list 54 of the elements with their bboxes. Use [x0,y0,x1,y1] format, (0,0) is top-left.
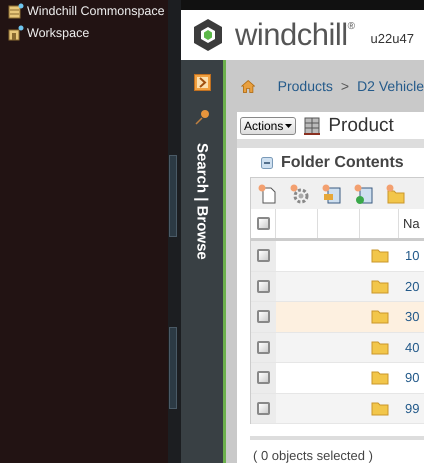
folder-link[interactable]: 30 [405,309,420,324]
form-check-icon[interactable] [353,184,373,204]
table-row[interactable]: 20 [251,272,424,302]
table-row[interactable]: 10 [251,241,424,272]
folder-icon [370,370,388,386]
search-browse-tab[interactable]: Search | Browse [194,143,210,260]
checkbox[interactable] [257,310,270,324]
checkbox[interactable] [257,249,270,262]
breadcrumb-link[interactable]: Products [278,78,333,94]
table-row[interactable]: 99 [251,394,424,424]
gear-icon[interactable] [289,184,309,204]
checkbox[interactable] [257,280,270,293]
expand-panel-icon[interactable] [194,74,210,91]
folder-link[interactable]: 90 [405,370,420,386]
table-row[interactable]: 30 [251,302,424,332]
folder-icon [370,248,388,264]
folder-icon [370,309,388,324]
folder-link[interactable]: 99 [405,400,420,416]
page-title: Product [328,114,394,137]
home-icon[interactable] [241,78,256,94]
breadcrumb-separator: > [340,78,350,94]
table-row[interactable]: 40 [251,332,424,363]
table-row[interactable]: 90 [251,363,424,394]
new-document-icon[interactable] [257,184,277,204]
resize-handle[interactable] [169,327,177,409]
column-header[interactable]: Na [399,209,424,238]
checkbox[interactable] [257,402,270,415]
cabinet-icon [8,3,24,19]
workspace-icon [8,25,24,41]
resize-handle[interactable] [169,155,177,237]
folder-icon [370,400,388,416]
product-icon [302,116,322,136]
folder-icon [370,340,388,355]
form-icon[interactable] [321,184,341,204]
new-folder-icon[interactable] [385,184,405,204]
breadcrumb-link[interactable]: D2 Vehicle [357,78,424,94]
folder-link[interactable]: 10 [405,248,420,264]
section-title: Folder Contents [281,154,404,172]
folder-link[interactable]: 40 [405,340,420,355]
tree-item[interactable]: Windchill Commonspace [27,4,165,18]
checkbox[interactable] [257,340,270,354]
caret-icon [285,124,292,128]
logo-text: windchill$^{®}$ [235,17,355,53]
actions-button[interactable]: Actions [240,116,296,135]
tree-item[interactable]: Workspace [27,26,90,40]
pin-icon[interactable] [194,109,210,125]
folder-icon [370,278,388,294]
checkbox[interactable] [256,217,270,230]
checkbox[interactable] [257,371,270,384]
collapse-icon[interactable] [261,156,273,169]
folder-link[interactable]: 20 [405,278,420,294]
user-name[interactable]: u22u47 [370,30,414,46]
logo-icon [191,18,225,52]
selection-status: ( 0 objects selected ) [250,436,424,463]
